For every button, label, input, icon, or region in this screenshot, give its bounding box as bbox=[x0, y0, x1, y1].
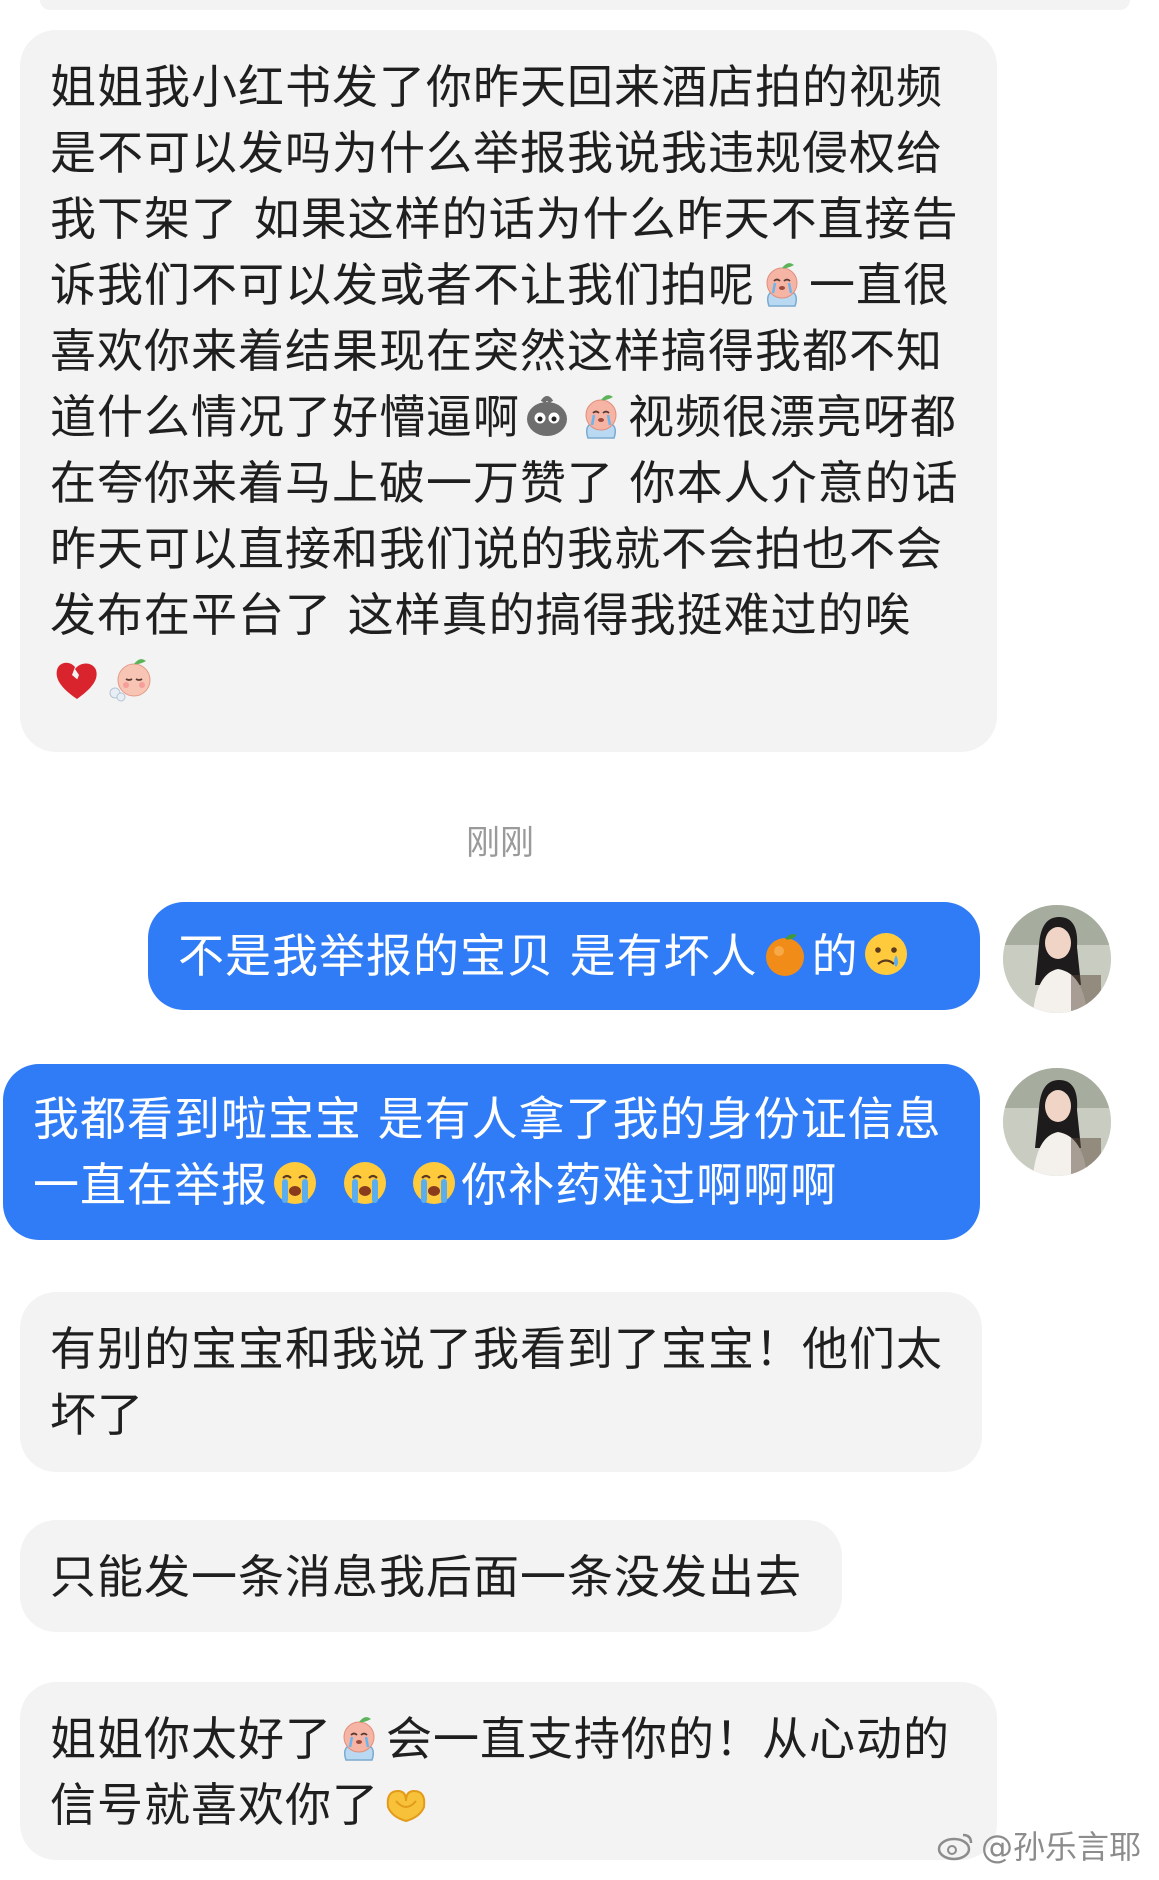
crying-peach-emoji-icon bbox=[765, 261, 799, 308]
message-outgoing-1[interactable]: 不是我举报的宝贝 是有坏人的 bbox=[148, 902, 980, 1010]
weibo-watermark: @孙乐言耶 bbox=[937, 1822, 1141, 1868]
watermark-text: @孙乐言耶 bbox=[980, 1828, 1141, 1866]
orange-emoji-icon bbox=[765, 934, 804, 976]
message-text-part-2: 的 bbox=[811, 929, 859, 983]
message-incoming-3[interactable]: 只能发一条消息我后面一条没发出去 bbox=[20, 1520, 842, 1632]
message-incoming-1[interactable]: 姐姐我小红书发了你昨天回来酒店拍的视频是不可以发吗为什么举报我说我违规侵权给我下… bbox=[20, 30, 997, 752]
crying-peach-emoji-icon bbox=[342, 1715, 376, 1762]
loudly-crying-face-emoji-icon bbox=[342, 1160, 387, 1206]
profile-photo-icon bbox=[1003, 1068, 1111, 1176]
message-text: 只能发一条消息我后面一条没发出去 bbox=[50, 1550, 802, 1604]
sighing-peach-emoji-icon bbox=[109, 658, 151, 702]
message-text-part-1: 不是我举报的宝贝 是有坏人 bbox=[178, 929, 758, 983]
message-incoming-4[interactable]: 姐姐你太好了 会一直支持你的！从心动的信号就喜欢你了 bbox=[20, 1682, 997, 1860]
avatar[interactable] bbox=[1003, 905, 1111, 1013]
avatar[interactable] bbox=[1003, 1068, 1111, 1176]
gray-blob-emoji-icon bbox=[521, 389, 573, 441]
message-text: 有别的宝宝和我说了我看到了宝宝！他们太坏了 bbox=[50, 1322, 943, 1442]
message-text-part-2: 你补药难过啊啊啊 bbox=[461, 1158, 838, 1212]
crying-peach-emoji-icon bbox=[584, 393, 618, 440]
heart-hands-emoji-icon bbox=[386, 1790, 426, 1822]
message-incoming-2[interactable]: 有别的宝宝和我说了我看到了宝宝！他们太坏了 bbox=[20, 1292, 982, 1472]
loudly-crying-face-emoji-icon bbox=[272, 1160, 318, 1206]
previous-message-bubble-edge bbox=[40, 0, 1130, 10]
crying-face-emoji-icon bbox=[863, 931, 908, 977]
weibo-logo-icon bbox=[937, 1833, 973, 1861]
loudly-crying-face-emoji-icon bbox=[412, 1160, 457, 1206]
timestamp-divider: 刚刚 bbox=[466, 823, 534, 863]
broken-heart-emoji-icon bbox=[56, 662, 97, 699]
message-outgoing-2[interactable]: 我都看到啦宝宝 是有人拿了我的身份证信息一直在举报 你补药难过啊啊啊 bbox=[3, 1064, 980, 1240]
profile-photo-icon bbox=[1003, 905, 1111, 1013]
message-text-part-1: 姐姐你太好了 bbox=[50, 1712, 332, 1766]
